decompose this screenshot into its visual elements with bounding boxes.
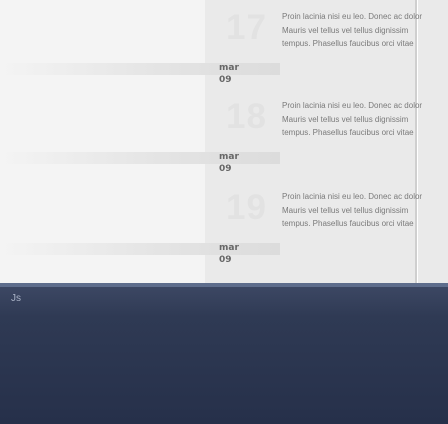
day-number: 19 [226,188,267,227]
news-entry[interactable]: 19 mar 09 Proin lacinia nisi eu leo. Don… [0,180,448,270]
footer-bar [0,287,448,424]
month-label: mar 09 [219,152,239,174]
month-label: mar 09 [219,63,239,85]
date-block: 19 mar 09 [0,180,280,270]
date-block: 17 mar 09 [0,0,280,90]
date-block: 18 mar 09 [0,89,280,179]
entry-text: Proin lacinia nisi eu leo. Donec ac dolo… [282,192,423,228]
day-number: 17 [226,8,267,47]
footer-label: Js [11,293,21,304]
day-number: 18 [226,97,267,136]
news-entry[interactable]: 18 mar 09 Proin lacinia nisi eu leo. Don… [0,89,448,179]
month-label: mar 09 [219,243,239,265]
entry-text: Proin lacinia nisi eu leo. Donec ac dolo… [282,101,423,137]
news-entry[interactable]: 17 mar 09 Proin lacinia nisi eu leo. Don… [0,0,448,90]
entry-text: Proin lacinia nisi eu leo. Donec ac dolo… [282,12,423,48]
